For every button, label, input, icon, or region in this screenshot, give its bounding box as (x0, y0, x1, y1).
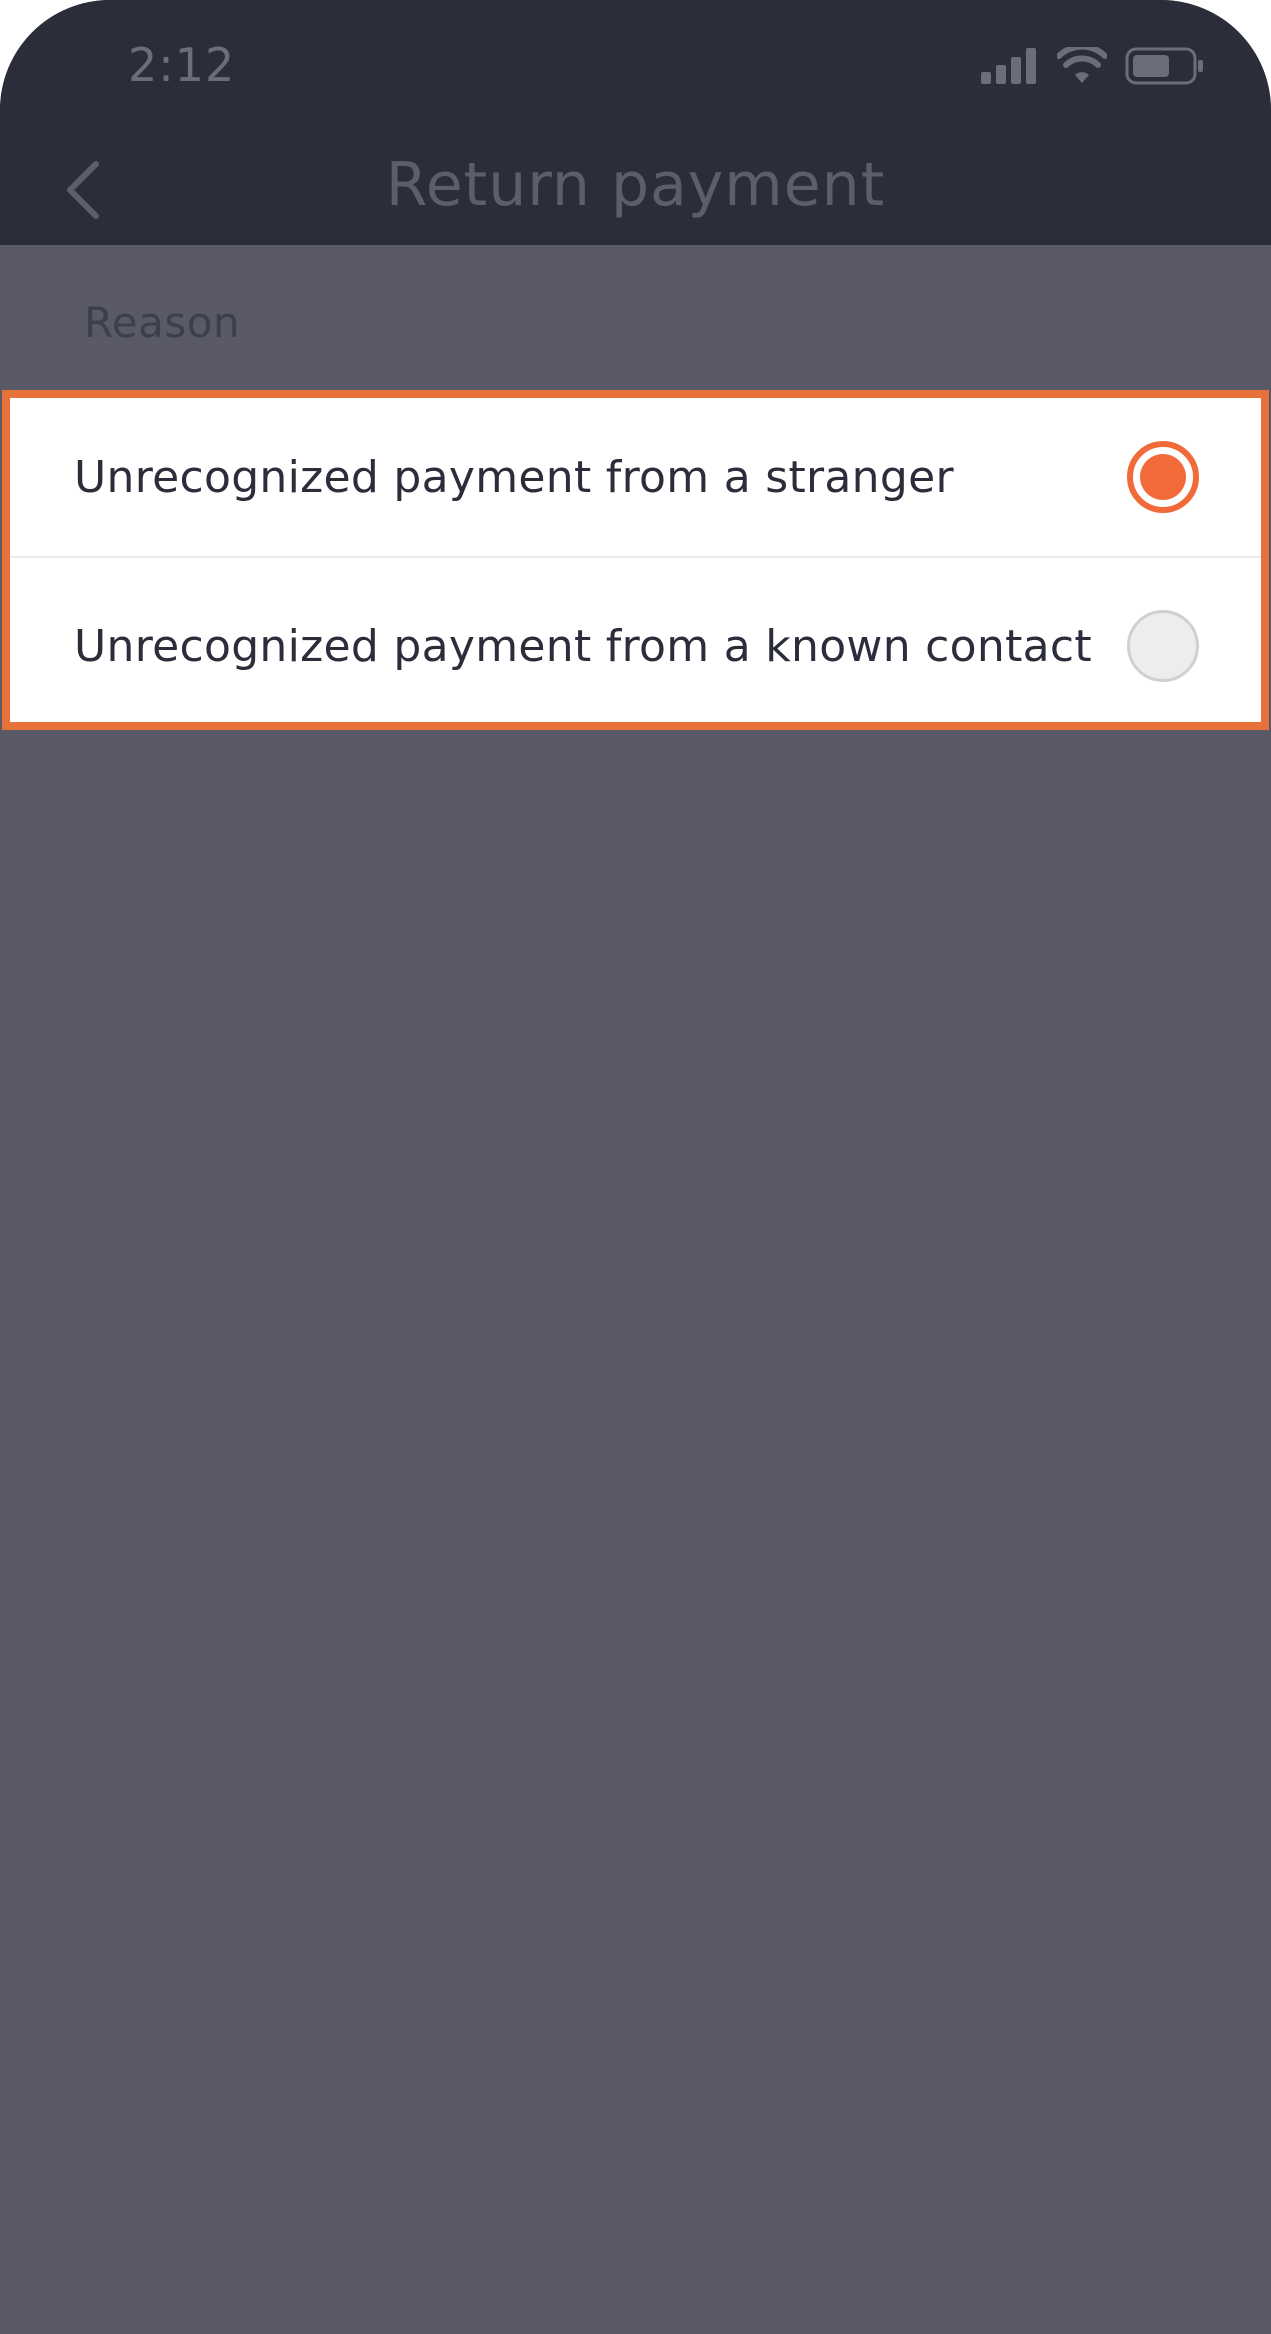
radio-selected[interactable] (1127, 441, 1199, 513)
radio-dot (1140, 454, 1186, 500)
signal-icon (981, 48, 1039, 88)
battery-icon (1125, 47, 1205, 89)
status-time: 2:12 (128, 38, 236, 92)
option-stranger[interactable]: Unrecognized payment from a stranger (10, 398, 1261, 558)
wifi-icon (1056, 43, 1108, 89)
phone-screen: 2:12 Return payment Reason Unrecognized … (0, 0, 1271, 2334)
option-label: Unrecognized payment from a stranger (74, 451, 954, 503)
top-bar: 2:12 Return payment (0, 0, 1271, 245)
reason-options-highlight: Unrecognized payment from a stranger Unr… (2, 390, 1269, 730)
option-label: Unrecognized payment from a known contac… (74, 620, 1092, 672)
radio-unselected[interactable] (1127, 610, 1199, 682)
option-known-contact[interactable]: Unrecognized payment from a known contac… (10, 566, 1261, 726)
reason-label: Reason (84, 298, 241, 347)
status-icons (981, 43, 1205, 89)
page-title: Return payment (385, 150, 886, 220)
